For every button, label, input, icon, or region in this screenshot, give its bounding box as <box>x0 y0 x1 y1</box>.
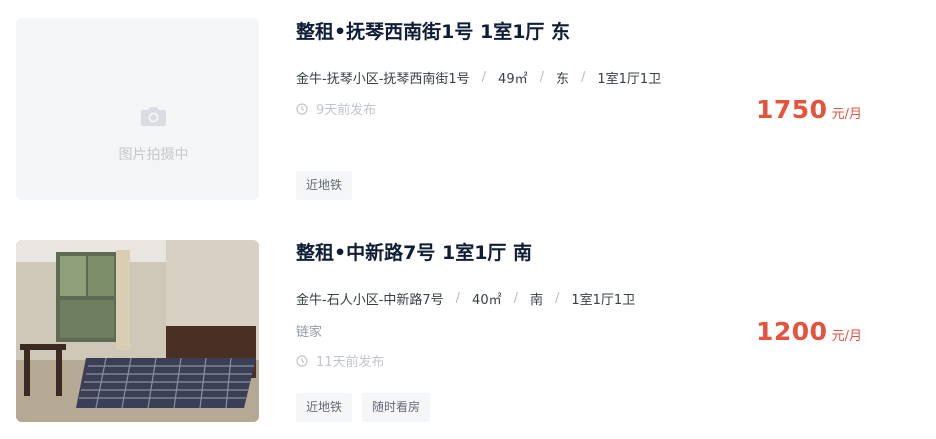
listing-location[interactable]: 金牛-抚琴小区-抚琴西南街1号 <box>296 68 470 87</box>
bedroom-photo-icon <box>16 240 259 422</box>
listing-title[interactable]: 整租•抚琴西南街1号 1室1厅 东 <box>296 17 570 44</box>
listing-area: 49㎡ <box>498 72 528 87</box>
tag-viewing-anytime: 随时看房 <box>362 393 431 422</box>
spec-separator: / <box>539 70 544 85</box>
spec-separator: / <box>581 70 586 85</box>
listing-posted-time: 11天前发布 <box>296 351 385 370</box>
listing-title[interactable]: 整租•中新路7号 1室1厅 南 <box>296 238 532 265</box>
listing-orientation: 南 <box>529 293 543 308</box>
listing-tags: 近地铁 随时看房 <box>296 393 431 422</box>
price-unit: 元/月 <box>831 107 862 122</box>
tag-near-subway: 近地铁 <box>296 393 353 422</box>
clock-icon <box>296 354 308 367</box>
listing-price: 1750 元/月 <box>756 95 862 124</box>
listing-card[interactable]: 整租•中新路7号 1室1厅 南 金牛-石人小区-中新路7号 / 40㎡ / 南 … <box>0 220 936 439</box>
price-amount: 1750 <box>756 95 828 124</box>
listing-photo-placeholder[interactable]: 图片拍摄中 <box>16 18 259 200</box>
listing-price: 1200 元/月 <box>756 317 862 346</box>
camera-icon <box>141 107 166 126</box>
listing-tags: 近地铁 <box>296 171 353 200</box>
spec-separator: / <box>555 291 560 306</box>
listing-orientation: 东 <box>555 72 569 87</box>
spec-separator: / <box>481 70 487 85</box>
listing-specs: 金牛-石人小区-中新路7号 / 40㎡ / 南 / 1室1厅1卫 <box>296 289 635 308</box>
listing-layout: 1室1厅1卫 <box>571 293 636 308</box>
listing-location[interactable]: 金牛-石人小区-中新路7号 <box>296 289 444 308</box>
listing-photo[interactable] <box>16 240 259 422</box>
price-unit: 元/月 <box>831 329 862 344</box>
clock-icon <box>296 102 308 115</box>
listing-area: 40㎡ <box>472 293 502 308</box>
price-amount: 1200 <box>756 317 828 346</box>
listing-card[interactable]: 图片拍摄中 整租•抚琴西南街1号 1室1厅 东 金牛-抚琴小区-抚琴西南街1号 … <box>0 0 936 220</box>
photo-placeholder-text: 图片拍摄中 <box>118 147 189 163</box>
posted-text: 9天前发布 <box>316 103 377 118</box>
spec-separator: / <box>455 291 461 306</box>
listing-agency: 链家 <box>296 325 323 340</box>
tag-near-subway: 近地铁 <box>296 171 353 200</box>
listing-posted-time: 9天前发布 <box>296 99 376 118</box>
listing-specs: 金牛-抚琴小区-抚琴西南街1号 / 49㎡ / 东 / 1室1厅1卫 <box>296 68 661 87</box>
posted-text: 11天前发布 <box>316 355 385 370</box>
spec-separator: / <box>513 291 518 306</box>
listing-layout: 1室1厅1卫 <box>597 72 662 87</box>
